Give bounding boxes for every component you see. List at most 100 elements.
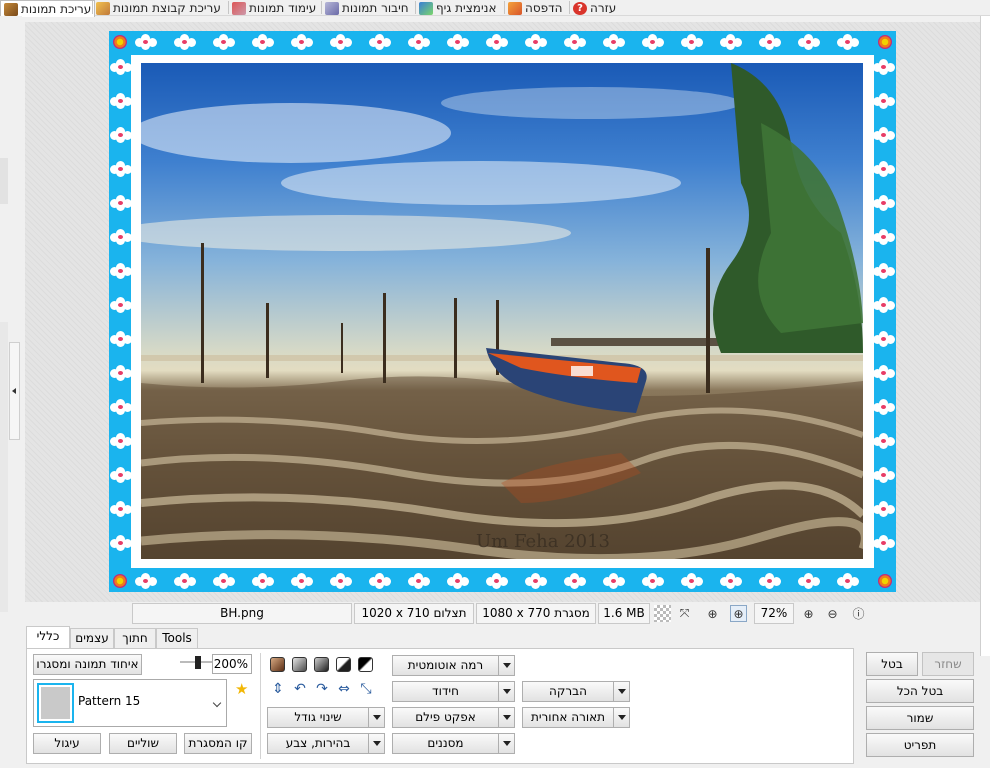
gradient-gray-swatch[interactable] <box>292 657 307 672</box>
rounding-button[interactable]: עיגול <box>33 733 101 754</box>
unite-image-frame-button[interactable]: איחוד תמונה ומסגרו <box>33 654 142 675</box>
photo-boat-beach: Um Feha 2013 <box>141 63 863 559</box>
gradient-dark-swatch[interactable] <box>314 657 329 672</box>
layout-icon <box>232 1 246 15</box>
zoom-level: 72% <box>754 603 794 624</box>
flower-pattern-icon <box>759 34 781 50</box>
tab-batch-edit[interactable]: עריכת קבוצת תמונות <box>96 0 221 16</box>
resize-arrows-icon[interactable]: ⤡ <box>358 681 374 697</box>
zoom-slider-handle[interactable] <box>195 656 201 669</box>
filters-dropdown[interactable]: מסננים <box>392 733 515 754</box>
chevron-down-icon[interactable] <box>498 682 514 701</box>
photo-watermark: Um Feha 2013 <box>476 531 610 552</box>
restore-button[interactable]: שחזר <box>922 652 974 676</box>
zoom-actual-icon[interactable]: ⊕ <box>704 605 721 622</box>
flower-pattern-icon <box>525 34 547 50</box>
tab-general[interactable]: כללי <box>26 626 70 650</box>
flower-pattern-icon <box>873 161 895 177</box>
invert-swatch[interactable] <box>358 657 373 672</box>
flower-pattern-icon <box>135 573 157 589</box>
flower-pattern-icon <box>110 93 132 109</box>
info-icon[interactable]: ⓘ <box>850 605 867 622</box>
tab-objects[interactable]: עצמים <box>70 628 114 649</box>
brightness-color-dropdown[interactable]: בהירות, צבע <box>267 733 385 754</box>
photo-edit-icon <box>4 2 18 16</box>
zoom-value-field[interactable]: 200% <box>212 654 252 674</box>
rotate-left-icon[interactable]: ↶ <box>292 681 308 697</box>
chevron-down-icon[interactable] <box>498 734 514 753</box>
favorite-star-icon[interactable]: ★ <box>235 680 248 698</box>
flower-pattern-icon <box>603 573 625 589</box>
flower-pattern-icon <box>873 263 895 279</box>
photo-matte: Um Feha 2013 <box>131 55 874 568</box>
cancel-all-button[interactable]: בטל הכל <box>866 679 974 703</box>
flower-pattern-icon <box>759 573 781 589</box>
chevron-down-icon[interactable] <box>613 708 629 727</box>
flower-pattern-icon <box>681 34 703 50</box>
flip-horizontal-icon[interactable]: ⇔ <box>336 681 352 697</box>
gloss-dropdown[interactable]: הברקה <box>522 681 630 702</box>
flower-pattern-icon <box>447 34 469 50</box>
flower-pattern-icon <box>873 399 895 415</box>
chevron-down-icon[interactable] <box>368 734 384 753</box>
resize-dropdown[interactable]: שינוי גודל <box>267 707 385 728</box>
corner-ornament-icon <box>113 35 127 49</box>
flower-pattern-icon <box>291 34 313 50</box>
collapse-panel-handle[interactable] <box>9 342 20 440</box>
flower-pattern-icon <box>642 573 664 589</box>
flower-pattern-icon <box>873 365 895 381</box>
flower-pattern-icon <box>110 365 132 381</box>
film-effect-dropdown[interactable]: אפקט פילם <box>392 707 515 728</box>
fit-screen-icon[interactable]: ⤧ <box>676 605 693 622</box>
gradient-brown-swatch[interactable] <box>270 657 285 672</box>
transparency-icon[interactable] <box>654 605 671 622</box>
sharpen-dropdown[interactable]: חידוד <box>392 681 515 702</box>
flower-pattern-icon <box>291 573 313 589</box>
gif-animation-icon <box>419 1 433 15</box>
batch-edit-icon <box>96 1 110 15</box>
frame-line-button[interactable]: קו המסגרת <box>184 733 252 754</box>
flower-pattern-icon <box>110 467 132 483</box>
chevron-down-icon[interactable] <box>613 682 629 701</box>
zoom-in-icon[interactable]: ⊕ <box>800 605 817 622</box>
tab-photo-edit[interactable]: עריכת תמונות <box>0 0 96 17</box>
tab-combine[interactable]: חיבור תמונות <box>325 0 409 16</box>
auto-level-dropdown[interactable]: רמה אוטומטית <box>392 655 515 676</box>
tab-crop[interactable]: חתוך <box>114 628 156 649</box>
image-canvas[interactable]: Um Feha 2013 <box>25 22 980 602</box>
tab-layout[interactable]: עימוד תמונות <box>232 0 316 16</box>
backlight-dropdown[interactable]: תאורה אחורית <box>522 707 630 728</box>
status-photo-size: 1020 x 710 תצלום <box>354 603 474 624</box>
flower-pattern-icon <box>110 59 132 75</box>
side-marker <box>0 322 8 612</box>
flower-pattern-icon <box>110 263 132 279</box>
print-icon <box>508 1 522 15</box>
zoom-out-icon[interactable]: ⊖ <box>824 605 841 622</box>
save-button[interactable]: שמור <box>866 706 974 730</box>
chevron-down-icon[interactable] <box>498 708 514 727</box>
flower-pattern-icon <box>110 229 132 245</box>
chevron-down-icon[interactable] <box>368 708 384 727</box>
flower-pattern-icon <box>873 195 895 211</box>
tab-help[interactable]: ? עזרה <box>573 0 616 16</box>
help-icon: ? <box>573 1 587 15</box>
tab-tools[interactable]: Tools <box>156 628 198 649</box>
menu-button[interactable]: תפריט <box>866 733 974 757</box>
flower-pattern-icon <box>873 93 895 109</box>
tab-gif-animation[interactable]: אנימצית גיף <box>419 0 496 16</box>
cancel-button[interactable]: בטל <box>866 652 918 676</box>
combine-icon <box>325 1 339 15</box>
flower-pattern-icon <box>110 501 132 517</box>
flower-pattern-icon <box>798 34 820 50</box>
flip-vertical-icon[interactable]: ⇕ <box>270 681 286 697</box>
flower-pattern-icon <box>110 297 132 313</box>
chevron-down-icon[interactable] <box>498 656 514 675</box>
tab-print[interactable]: הדפסה <box>508 0 563 16</box>
contrast-swatch[interactable] <box>336 657 351 672</box>
rotate-right-icon[interactable]: ↷ <box>314 681 330 697</box>
margins-button[interactable]: שוליים <box>109 733 177 754</box>
pattern-select[interactable]: Pattern 15 <box>33 679 227 727</box>
zoom-fit-icon[interactable]: ⊕ <box>730 605 747 622</box>
flower-pattern-icon <box>873 59 895 75</box>
flower-pattern-icon <box>408 34 430 50</box>
